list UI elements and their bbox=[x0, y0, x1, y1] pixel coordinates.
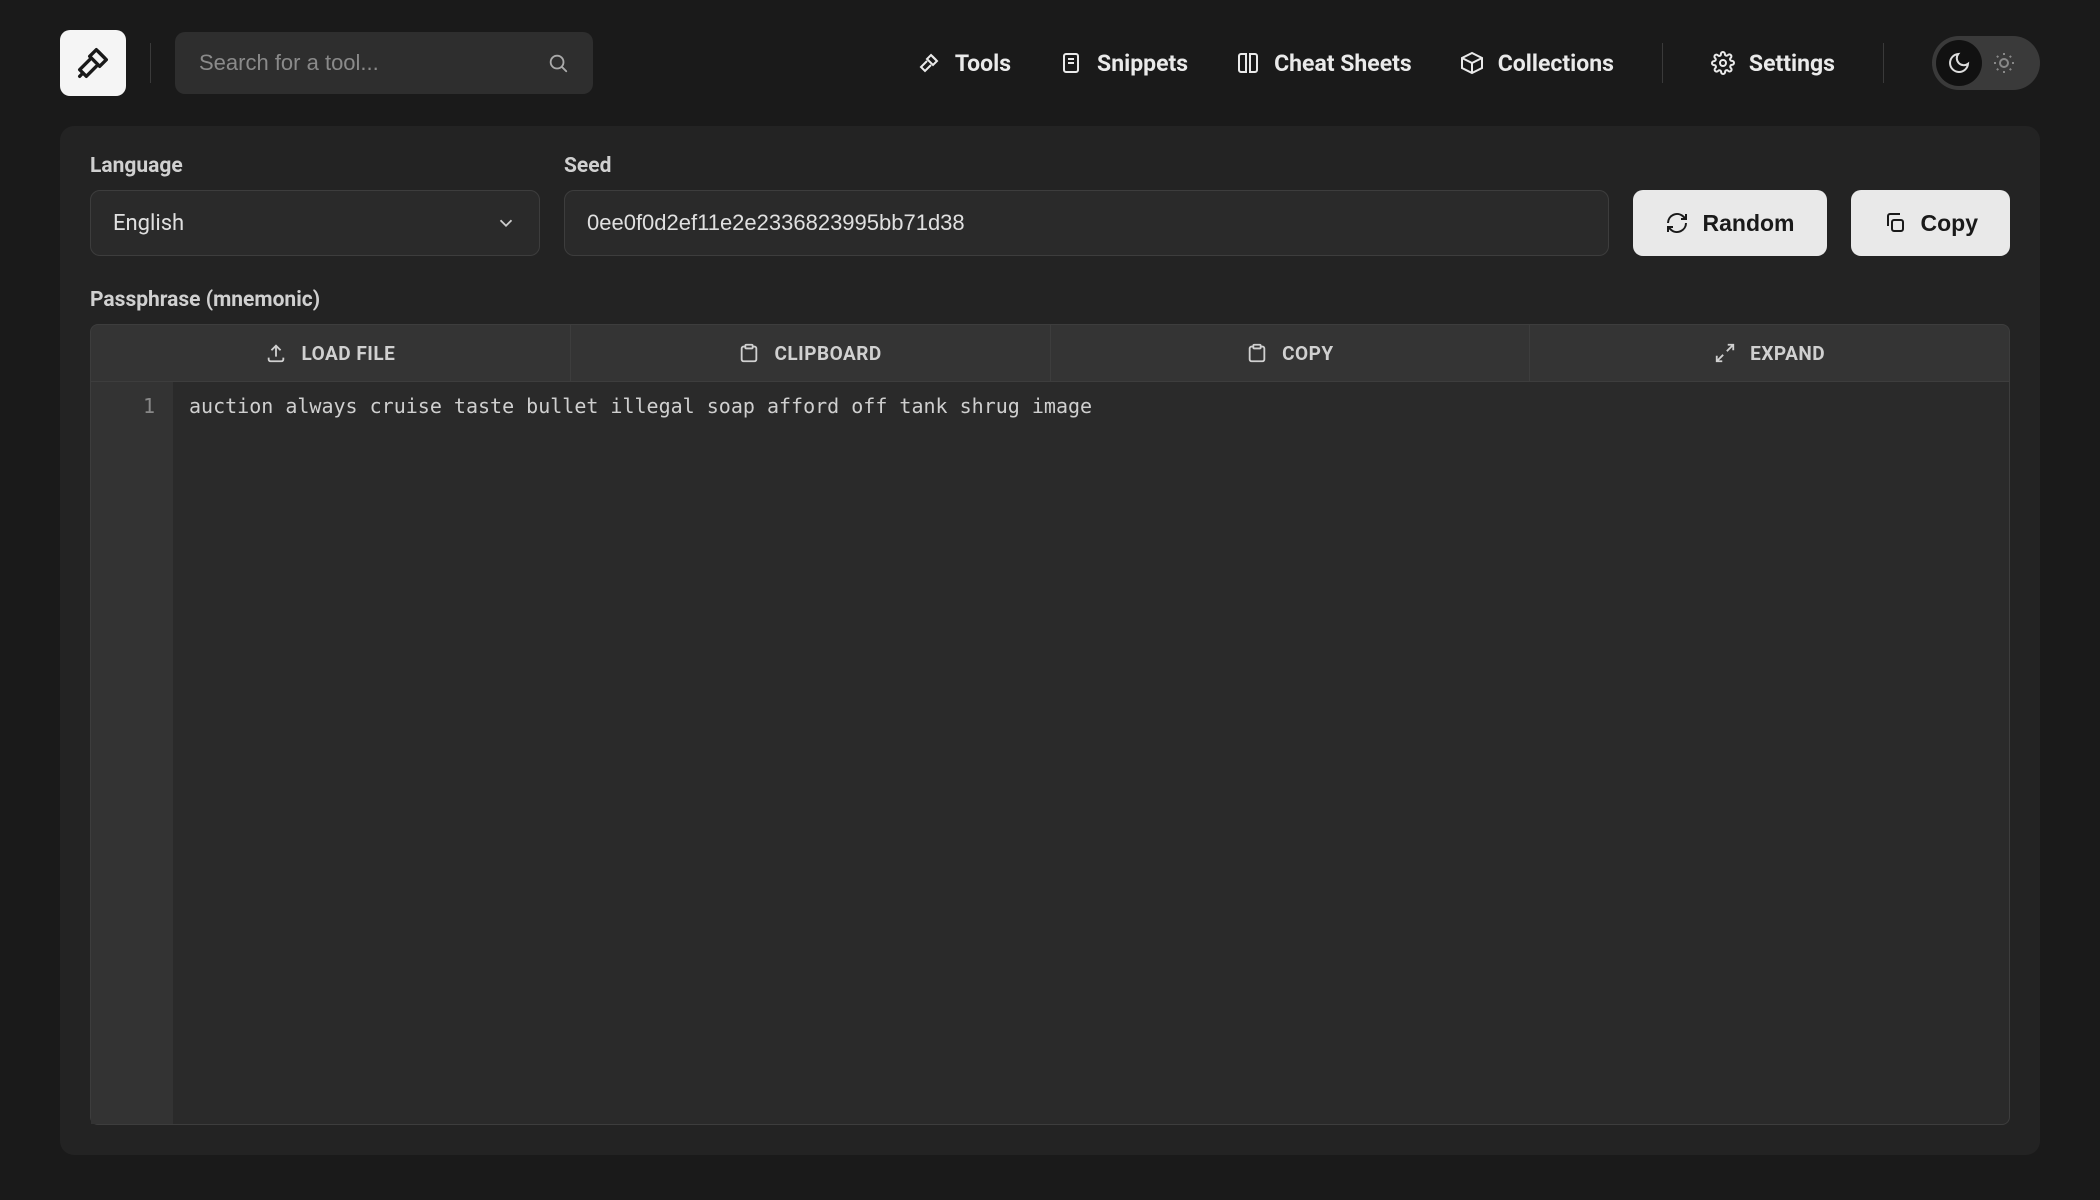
search-input[interactable] bbox=[199, 50, 547, 76]
line-gutter: 1 bbox=[91, 382, 173, 1124]
load-file-button[interactable]: LOAD FILE bbox=[91, 325, 571, 381]
nav-settings[interactable]: Settings bbox=[1711, 50, 1835, 77]
divider bbox=[1662, 43, 1663, 83]
nav-label: Collections bbox=[1498, 50, 1614, 77]
button-label: EXPAND bbox=[1750, 342, 1825, 365]
seed-field: Seed bbox=[564, 154, 1609, 256]
main-nav: Tools Snippets Cheat Sheets Collections … bbox=[917, 36, 2040, 90]
nav-collections[interactable]: Collections bbox=[1460, 50, 1614, 77]
passphrase-editor[interactable]: 1 auction always cruise taste bullet ill… bbox=[90, 381, 2010, 1125]
copy-seed-button[interactable]: Copy bbox=[1851, 190, 2011, 256]
button-label: Random bbox=[1703, 210, 1795, 237]
nav-label: Tools bbox=[955, 50, 1011, 77]
tools-cross-icon bbox=[73, 43, 113, 83]
sun-icon bbox=[1992, 51, 2016, 75]
clipboard-icon bbox=[738, 342, 760, 364]
theme-toggle[interactable] bbox=[1932, 36, 2040, 90]
passphrase-label: Passphrase (mnemonic) bbox=[90, 288, 2010, 312]
button-label: COPY bbox=[1282, 342, 1334, 365]
language-label: Language bbox=[90, 154, 540, 178]
clipboard-icon bbox=[1246, 342, 1268, 364]
snippet-icon bbox=[1059, 51, 1083, 75]
nav-cheat-sheets[interactable]: Cheat Sheets bbox=[1236, 50, 1412, 77]
button-label: CLIPBOARD bbox=[774, 342, 881, 365]
nav-snippets[interactable]: Snippets bbox=[1059, 50, 1188, 77]
divider bbox=[1883, 43, 1884, 83]
theme-dark-knob bbox=[1936, 40, 1982, 86]
language-field: Language English bbox=[90, 154, 540, 256]
moon-icon bbox=[1947, 51, 1971, 75]
tools-icon bbox=[917, 51, 941, 75]
nav-tools[interactable]: Tools bbox=[917, 50, 1011, 77]
passphrase-content[interactable]: auction always cruise taste bullet illeg… bbox=[173, 382, 2009, 1124]
seed-input-wrap[interactable] bbox=[564, 190, 1609, 256]
top-controls: Language English Seed Random Copy bbox=[90, 154, 2010, 256]
chevron-down-icon bbox=[495, 212, 517, 234]
main-panel: Language English Seed Random Copy Passph… bbox=[60, 126, 2040, 1155]
button-label: Copy bbox=[1921, 210, 1979, 237]
box-icon bbox=[1460, 51, 1484, 75]
language-select[interactable]: English bbox=[90, 190, 540, 256]
nav-label: Snippets bbox=[1097, 50, 1188, 77]
upload-icon bbox=[265, 342, 287, 364]
theme-light-side bbox=[1992, 51, 2016, 75]
button-label: LOAD FILE bbox=[301, 342, 395, 365]
seed-input[interactable] bbox=[587, 210, 1586, 236]
language-value: English bbox=[113, 211, 184, 236]
app-header: Tools Snippets Cheat Sheets Collections … bbox=[0, 0, 2100, 126]
gear-icon bbox=[1711, 51, 1735, 75]
clipboard-button[interactable]: CLIPBOARD bbox=[571, 325, 1051, 381]
editor-toolbar: LOAD FILE CLIPBOARD COPY EXPAND bbox=[90, 324, 2010, 381]
expand-icon bbox=[1714, 342, 1736, 364]
nav-label: Settings bbox=[1749, 50, 1835, 77]
copy-icon bbox=[1883, 211, 1907, 235]
search-box[interactable] bbox=[175, 32, 593, 94]
nav-label: Cheat Sheets bbox=[1274, 50, 1412, 77]
app-logo[interactable] bbox=[60, 30, 126, 96]
expand-button[interactable]: EXPAND bbox=[1530, 325, 2009, 381]
search-icon bbox=[547, 52, 569, 74]
refresh-icon bbox=[1665, 211, 1689, 235]
line-number: 1 bbox=[91, 394, 155, 418]
random-button[interactable]: Random bbox=[1633, 190, 1827, 256]
copy-button[interactable]: COPY bbox=[1051, 325, 1531, 381]
book-icon bbox=[1236, 51, 1260, 75]
seed-label: Seed bbox=[564, 154, 1609, 178]
divider bbox=[150, 43, 151, 83]
